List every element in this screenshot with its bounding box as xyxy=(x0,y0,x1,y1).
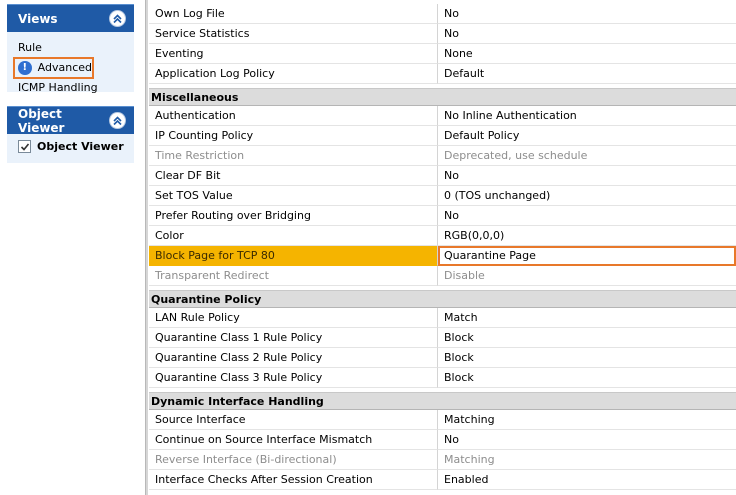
property-name: Service Statistics xyxy=(149,24,438,44)
grid-row-reverse-interface: Reverse Interface (Bi-directional) Match… xyxy=(149,450,736,470)
grid-row-own-log-file[interactable]: Own Log File No xyxy=(149,4,736,24)
grid-row-service-statistics[interactable]: Service Statistics No xyxy=(149,24,736,44)
grid-row-interface-checks[interactable]: Interface Checks After Session Creation … xyxy=(149,470,736,490)
grid-row-transparent-redirect: Transparent Redirect Disable xyxy=(149,266,736,286)
grid-row-application-log-policy[interactable]: Application Log Policy Default xyxy=(149,64,736,84)
property-value[interactable]: Matching xyxy=(438,410,736,430)
property-value[interactable]: RGB(0,0,0) xyxy=(438,226,736,246)
grid-row-color[interactable]: Color RGB(0,0,0) xyxy=(149,226,736,246)
property-name: Reverse Interface (Bi-directional) xyxy=(149,450,438,470)
views-item-icmp-handling[interactable]: ICMP Handling xyxy=(18,79,134,97)
property-value: Matching xyxy=(438,450,736,470)
grid-row-time-restriction: Time Restriction Deprecated, use schedul… xyxy=(149,146,736,166)
views-title: Views xyxy=(18,11,58,26)
property-value[interactable]: Block xyxy=(438,328,736,348)
object-viewer-panel: Object Viewer Object Viewer xyxy=(7,106,134,163)
property-value[interactable]: No xyxy=(438,4,736,24)
object-viewer-title: Object Viewer xyxy=(18,106,65,135)
property-name: LAN Rule Policy xyxy=(149,308,438,328)
object-viewer-checkbox[interactable] xyxy=(18,140,31,153)
grid-row-block-page-for-tcp-80[interactable]: Block Page for TCP 80 Quarantine Page xyxy=(149,246,736,266)
views-item-advanced-label: Advanced xyxy=(37,61,92,74)
property-value[interactable]: Enabled xyxy=(438,470,736,490)
property-value: Deprecated, use schedule xyxy=(438,146,736,166)
property-name: Interface Checks After Session Creation xyxy=(149,470,438,490)
grid-row-lan-rule-policy[interactable]: LAN Rule Policy Match xyxy=(149,308,736,328)
property-name: Authentication xyxy=(149,106,438,126)
pane-splitter[interactable] xyxy=(145,0,148,495)
grid-row-authentication[interactable]: Authentication No Inline Authentication xyxy=(149,106,736,126)
property-name: Transparent Redirect xyxy=(149,266,438,286)
property-value[interactable]: Default Policy xyxy=(438,126,736,146)
property-value[interactable]: Block xyxy=(438,348,736,368)
object-viewer-toggle[interactable]: Object Viewer xyxy=(7,134,134,153)
property-name: Prefer Routing over Bridging xyxy=(149,206,438,226)
views-list: Rule ! Advanced ICMP Handling xyxy=(7,32,134,97)
property-value[interactable]: No xyxy=(438,206,736,226)
grid-row-continue-on-mismatch[interactable]: Continue on Source Interface Mismatch No xyxy=(149,430,736,450)
property-name: Application Log Policy xyxy=(149,64,438,84)
grid-row-set-tos-value[interactable]: Set TOS Value 0 (TOS unchanged) xyxy=(149,186,736,206)
grid-row-ip-counting-policy[interactable]: IP Counting Policy Default Policy xyxy=(149,126,736,146)
object-viewer-header[interactable]: Object Viewer xyxy=(7,106,134,135)
object-viewer-label: Object Viewer xyxy=(37,140,124,153)
section-header-miscellaneous[interactable]: Miscellaneous xyxy=(149,88,736,106)
grid-row-eventing[interactable]: Eventing None xyxy=(149,44,736,64)
section-header-dynamic-interface-handling[interactable]: Dynamic Interface Handling xyxy=(149,392,736,410)
property-name: Clear DF Bit xyxy=(149,166,438,186)
property-value[interactable]: 0 (TOS unchanged) xyxy=(438,186,736,206)
property-value[interactable]: Match xyxy=(438,308,736,328)
property-value[interactable]: None xyxy=(438,44,736,64)
property-value: Disable xyxy=(438,266,736,286)
property-value[interactable]: No xyxy=(438,24,736,44)
views-header[interactable]: Views xyxy=(7,4,134,32)
property-name: Source Interface xyxy=(149,410,438,430)
property-value[interactable]: No xyxy=(438,166,736,186)
grid-row-quarantine-class-1[interactable]: Quarantine Class 1 Rule Policy Block xyxy=(149,328,736,348)
grid-row-quarantine-class-2[interactable]: Quarantine Class 2 Rule Policy Block xyxy=(149,348,736,368)
property-name: IP Counting Policy xyxy=(149,126,438,146)
property-value[interactable]: Block xyxy=(438,368,736,388)
property-name: Color xyxy=(149,226,438,246)
property-value[interactable]: Default xyxy=(438,64,736,84)
property-name: Block Page for TCP 80 xyxy=(149,246,438,266)
property-name: Quarantine Class 1 Rule Policy xyxy=(149,328,438,348)
grid-row-quarantine-class-3[interactable]: Quarantine Class 3 Rule Policy Block xyxy=(149,368,736,388)
section-header-quarantine-policy[interactable]: Quarantine Policy xyxy=(149,290,736,308)
property-value[interactable]: No xyxy=(438,430,736,450)
views-item-advanced[interactable]: ! Advanced xyxy=(13,57,94,79)
views-panel: Views Rule ! Advanced ICMP Handling xyxy=(7,4,134,94)
property-name: Time Restriction xyxy=(149,146,438,166)
property-value-editor[interactable]: Quarantine Page xyxy=(438,246,736,266)
property-name: Set TOS Value xyxy=(149,186,438,206)
grid-row-source-interface[interactable]: Source Interface Matching xyxy=(149,410,736,430)
property-name: Eventing xyxy=(149,44,438,64)
left-pane: Views Rule ! Advanced ICMP Handling Obje… xyxy=(0,0,145,495)
collapse-object-viewer-icon[interactable] xyxy=(109,112,126,129)
property-value[interactable]: No Inline Authentication xyxy=(438,106,736,126)
collapse-views-icon[interactable] xyxy=(109,10,126,27)
grid-row-prefer-routing-over-bridging[interactable]: Prefer Routing over Bridging No xyxy=(149,206,736,226)
property-name: Continue on Source Interface Mismatch xyxy=(149,430,438,450)
property-name: Quarantine Class 3 Rule Policy xyxy=(149,368,438,388)
grid-row-clear-df-bit[interactable]: Clear DF Bit No xyxy=(149,166,736,186)
property-name: Quarantine Class 2 Rule Policy xyxy=(149,348,438,368)
property-grid: Own Log File No Service Statistics No Ev… xyxy=(149,0,736,495)
info-icon: ! xyxy=(18,61,32,75)
property-name: Own Log File xyxy=(149,4,438,24)
views-item-rule[interactable]: Rule xyxy=(18,39,134,57)
